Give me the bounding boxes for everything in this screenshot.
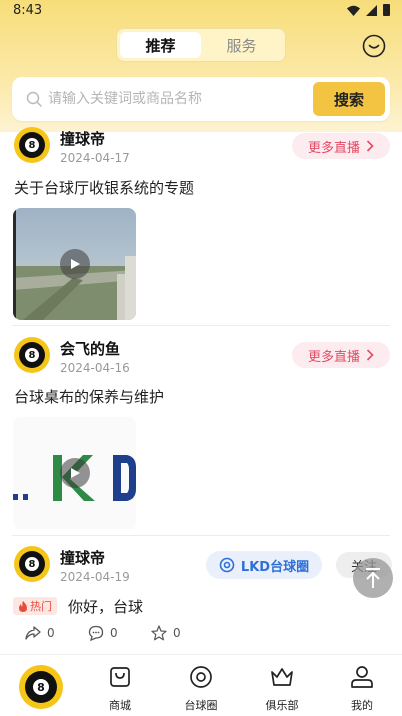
star-icon bbox=[151, 625, 167, 641]
search-input[interactable] bbox=[48, 85, 312, 113]
post-username[interactable]: 撞球帝 bbox=[60, 128, 105, 149]
more-live-label: 更多直播 bbox=[307, 349, 360, 365]
nav-home[interactable]: 8 bbox=[0, 655, 80, 716]
video-thumbnail[interactable] bbox=[13, 208, 136, 320]
status-time: 8:43 bbox=[13, 3, 43, 18]
bottom-nav: 8 商城 台球圈 俱乐部 我的 bbox=[0, 654, 402, 716]
tab-recommend[interactable]: 推荐 bbox=[120, 32, 201, 58]
nav-label: 商城 bbox=[109, 699, 131, 712]
search-bar: 搜索 bbox=[12, 77, 390, 121]
nav-label: 台球圈 bbox=[184, 699, 218, 712]
nav-me[interactable]: 我的 bbox=[322, 655, 402, 716]
comment-icon bbox=[88, 625, 104, 641]
person-icon bbox=[351, 666, 373, 688]
avatar[interactable]: 8 bbox=[14, 127, 50, 163]
post-text[interactable]: 你好，台球 bbox=[68, 596, 143, 617]
post-title[interactable]: 关于台球厅收银系统的专题 bbox=[14, 177, 194, 198]
more-live-button[interactable]: 更多直播 bbox=[292, 133, 390, 159]
fire-icon bbox=[19, 600, 27, 612]
comment-count: 0 bbox=[110, 626, 118, 640]
status-icons bbox=[347, 4, 390, 16]
nav-billiard-circle[interactable]: 台球圈 bbox=[161, 655, 241, 716]
hot-label: 热门 bbox=[30, 600, 52, 613]
post-date: 2024-04-16 bbox=[60, 361, 130, 375]
nav-label: 我的 bbox=[351, 699, 373, 712]
scroll-top-button[interactable] bbox=[353, 558, 393, 598]
post-title[interactable]: 台球桌布的保养与维护 bbox=[14, 386, 164, 407]
nav-shop[interactable]: 商城 bbox=[80, 655, 160, 716]
post-username[interactable]: 撞球帝 bbox=[60, 547, 105, 568]
smile-icon[interactable] bbox=[362, 34, 386, 58]
play-icon[interactable] bbox=[60, 458, 90, 488]
avatar[interactable]: 8 bbox=[14, 337, 50, 373]
play-icon[interactable] bbox=[60, 249, 90, 279]
nav-label: 俱乐部 bbox=[265, 699, 299, 712]
circle-target-icon bbox=[219, 557, 235, 573]
billiard-ball-icon: 8 bbox=[19, 342, 45, 368]
top-tab-switcher: 推荐 服务 bbox=[116, 28, 286, 62]
post-date: 2024-04-19 bbox=[60, 570, 130, 584]
tab-service[interactable]: 服务 bbox=[201, 32, 282, 58]
share-icon bbox=[25, 626, 41, 640]
more-live-button[interactable]: 更多直播 bbox=[292, 342, 390, 368]
billiard-ball-icon: 8 bbox=[19, 551, 45, 577]
search-button[interactable]: 搜索 bbox=[313, 82, 385, 116]
crown-icon bbox=[271, 668, 293, 686]
circle-tag-label: LKD台球圈 bbox=[240, 559, 310, 575]
chevron-right-icon bbox=[366, 140, 374, 152]
video-thumbnail[interactable] bbox=[13, 417, 136, 529]
share-action[interactable]: 0 bbox=[25, 625, 55, 641]
divider bbox=[12, 535, 390, 536]
like-count: 0 bbox=[173, 626, 181, 640]
wifi-icon bbox=[347, 5, 360, 16]
arrow-up-icon bbox=[366, 568, 380, 588]
status-bar: 8:43 bbox=[0, 0, 402, 24]
avatar[interactable]: 8 bbox=[14, 546, 50, 582]
like-action[interactable]: 0 bbox=[151, 625, 181, 641]
nav-club[interactable]: 俱乐部 bbox=[242, 655, 322, 716]
billiard-ball-icon: 8 bbox=[19, 132, 45, 158]
post-username[interactable]: 会飞的鱼 bbox=[60, 338, 120, 359]
circle-target-icon bbox=[190, 666, 212, 688]
search-icon bbox=[26, 91, 42, 107]
hot-badge: 热门 bbox=[13, 597, 57, 615]
share-count: 0 bbox=[47, 626, 55, 640]
comment-action[interactable]: 0 bbox=[88, 625, 118, 641]
divider bbox=[12, 325, 390, 326]
chevron-right-icon bbox=[366, 349, 374, 361]
signal-icon bbox=[366, 4, 377, 16]
circle-tag-button[interactable]: LKD台球圈 bbox=[206, 551, 322, 579]
shop-bag-icon bbox=[110, 667, 130, 687]
billiard-ball-icon: 8 bbox=[19, 665, 63, 709]
battery-icon bbox=[383, 4, 390, 16]
post-date: 2024-04-17 bbox=[60, 151, 130, 165]
more-live-label: 更多直播 bbox=[307, 140, 360, 156]
